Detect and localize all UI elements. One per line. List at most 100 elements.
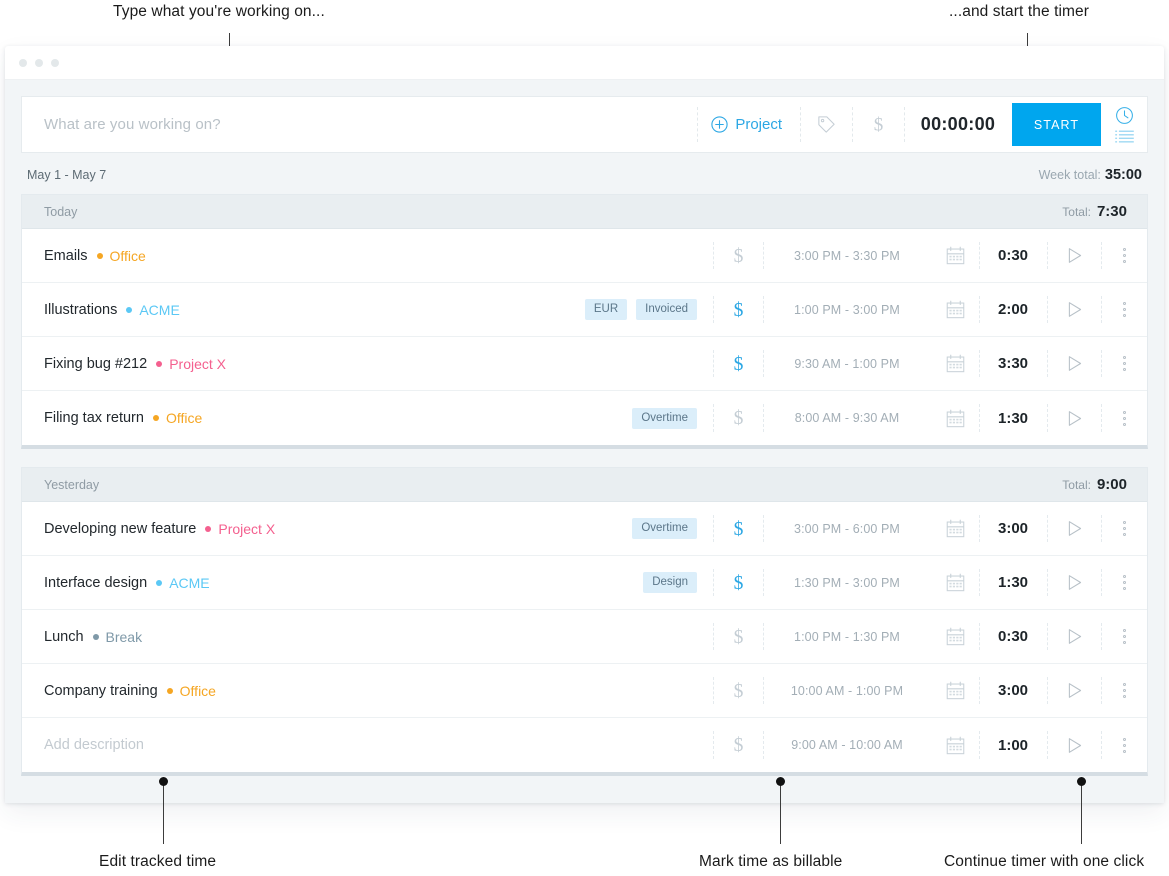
entry-description[interactable]: Lunch bbox=[44, 629, 84, 645]
entry-continue-button[interactable] bbox=[1047, 337, 1101, 390]
entry-date-picker[interactable] bbox=[931, 283, 979, 336]
entry-duration[interactable]: 1:00 bbox=[979, 718, 1047, 772]
entry-time-range[interactable]: 1:00 PM - 1:30 PM bbox=[763, 610, 931, 663]
entry-description[interactable]: Company training bbox=[44, 683, 158, 699]
entry-description[interactable]: Interface design bbox=[44, 575, 147, 591]
entry-description[interactable]: Illustrations bbox=[44, 302, 117, 318]
entry-description-cell[interactable]: Emails Office bbox=[22, 229, 713, 282]
entry-billable-toggle[interactable]: $ bbox=[713, 718, 763, 772]
entry-project[interactable]: Project X bbox=[205, 521, 275, 537]
entry-description[interactable]: Fixing bug #212 bbox=[44, 356, 147, 372]
entry-time-range[interactable]: 1:00 PM - 3:00 PM bbox=[763, 283, 931, 336]
entry-billable-toggle[interactable]: $ bbox=[713, 502, 763, 555]
entry-description[interactable]: Emails bbox=[44, 248, 88, 264]
entry-more-menu[interactable] bbox=[1101, 229, 1147, 282]
entry-project[interactable]: Office bbox=[166, 683, 216, 699]
entry-date-picker[interactable] bbox=[931, 556, 979, 609]
entry-time-range[interactable]: 3:00 PM - 3:30 PM bbox=[763, 229, 931, 282]
entry-more-menu[interactable] bbox=[1101, 664, 1147, 717]
tag-chip[interactable]: EUR bbox=[584, 299, 628, 320]
kebab-menu-icon bbox=[1122, 683, 1126, 698]
entry-project[interactable]: Project X bbox=[156, 356, 226, 372]
entry-duration[interactable]: 3:00 bbox=[979, 502, 1047, 555]
entry-billable-toggle[interactable]: $ bbox=[713, 556, 763, 609]
entry-project[interactable]: Break bbox=[92, 629, 142, 645]
entry-continue-button[interactable] bbox=[1047, 664, 1101, 717]
entry-date-picker[interactable] bbox=[931, 229, 979, 282]
entry-continue-button[interactable] bbox=[1047, 610, 1101, 663]
list-icon[interactable] bbox=[1114, 130, 1134, 143]
entry-description-cell[interactable]: Lunch Break bbox=[22, 610, 713, 663]
entry-continue-button[interactable] bbox=[1047, 229, 1101, 282]
entry-duration[interactable]: 1:30 bbox=[979, 556, 1047, 609]
entry-date-picker[interactable] bbox=[931, 718, 979, 772]
window-maximize-dot[interactable] bbox=[51, 58, 59, 67]
entry-description-cell[interactable]: Add description bbox=[22, 718, 713, 772]
timer-tag-button[interactable] bbox=[800, 97, 852, 152]
entry-continue-button[interactable] bbox=[1047, 502, 1101, 555]
entry-more-menu[interactable] bbox=[1101, 283, 1147, 336]
day-card: Yesterday Total: 9:00 Developing new featur… bbox=[21, 467, 1148, 776]
day-title: Yesterday bbox=[44, 477, 100, 492]
entry-duration[interactable]: 0:30 bbox=[979, 610, 1047, 663]
entry-billable-toggle[interactable]: $ bbox=[713, 229, 763, 282]
entry-description[interactable]: Add description bbox=[44, 737, 144, 753]
entry-duration[interactable]: 3:30 bbox=[979, 337, 1047, 390]
entry-description[interactable]: Filing tax return bbox=[44, 410, 144, 426]
tag-chip[interactable]: Overtime bbox=[632, 407, 697, 429]
entry-time-range[interactable]: 8:00 AM - 9:30 AM bbox=[763, 391, 931, 445]
entry-time-range[interactable]: 9:00 AM - 10:00 AM bbox=[763, 718, 931, 772]
entry-date-picker[interactable] bbox=[931, 610, 979, 663]
entry-description-cell[interactable]: Illustrations ACME bbox=[22, 283, 585, 336]
entry-continue-button[interactable] bbox=[1047, 718, 1101, 772]
clock-icon[interactable] bbox=[1115, 106, 1134, 125]
entry-continue-button[interactable] bbox=[1047, 391, 1101, 445]
entry-billable-toggle[interactable]: $ bbox=[713, 664, 763, 717]
entry-project[interactable]: Office bbox=[96, 248, 146, 264]
tag-chip[interactable]: Overtime bbox=[632, 518, 697, 539]
entry-continue-button[interactable] bbox=[1047, 283, 1101, 336]
tag-chip[interactable]: Design bbox=[643, 572, 697, 593]
entry-more-menu[interactable] bbox=[1101, 556, 1147, 609]
entry-description-cell[interactable]: Developing new feature Project X bbox=[22, 502, 632, 555]
entry-more-menu[interactable] bbox=[1101, 502, 1147, 555]
entry-more-menu[interactable] bbox=[1101, 610, 1147, 663]
entry-description-cell[interactable]: Fixing bug #212 Project X bbox=[22, 337, 713, 390]
timer-project-selector[interactable]: Project bbox=[697, 97, 800, 152]
entry-duration[interactable]: 3:00 bbox=[979, 664, 1047, 717]
entry-billable-toggle[interactable]: $ bbox=[713, 283, 763, 336]
day-total-value: 9:00 bbox=[1096, 476, 1127, 493]
entry-time-range[interactable]: 9:30 AM - 1:00 PM bbox=[763, 337, 931, 390]
entry-duration[interactable]: 2:00 bbox=[979, 283, 1047, 336]
entry-date-picker[interactable] bbox=[931, 337, 979, 390]
entry-time-range[interactable]: 10:00 AM - 1:00 PM bbox=[763, 664, 931, 717]
entry-duration[interactable]: 0:30 bbox=[979, 229, 1047, 282]
entry-description[interactable]: Developing new feature bbox=[44, 521, 196, 537]
window-close-dot[interactable] bbox=[19, 58, 27, 67]
entry-project[interactable]: ACME bbox=[126, 302, 180, 318]
entry-duration[interactable]: 1:30 bbox=[979, 391, 1047, 445]
entry-description-cell[interactable]: Filing tax return Office bbox=[22, 391, 632, 445]
entry-description-cell[interactable]: Interface design ACME bbox=[22, 556, 643, 609]
entry-more-menu[interactable] bbox=[1101, 718, 1147, 772]
window-minimize-dot[interactable] bbox=[35, 58, 43, 67]
entry-more-menu[interactable] bbox=[1101, 337, 1147, 390]
entry-description-cell[interactable]: Company training Office bbox=[22, 664, 713, 717]
entry-billable-toggle[interactable]: $ bbox=[713, 610, 763, 663]
time-entry-row: Lunch Break $1:00 PM - 1:30 PM 0:30 bbox=[22, 610, 1147, 664]
entry-project[interactable]: ACME bbox=[156, 575, 210, 591]
entry-time-range[interactable]: 1:30 PM - 3:00 PM bbox=[763, 556, 931, 609]
entry-date-picker[interactable] bbox=[931, 391, 979, 445]
entry-continue-button[interactable] bbox=[1047, 556, 1101, 609]
timer-description-input[interactable]: What are you working on? bbox=[22, 97, 697, 152]
entry-date-picker[interactable] bbox=[931, 502, 979, 555]
entry-billable-toggle[interactable]: $ bbox=[713, 391, 763, 445]
start-button[interactable]: START bbox=[1012, 103, 1101, 146]
timer-billable-button[interactable]: $ bbox=[852, 97, 904, 152]
entry-billable-toggle[interactable]: $ bbox=[713, 337, 763, 390]
entry-project[interactable]: Office bbox=[152, 410, 202, 426]
entry-time-range[interactable]: 3:00 PM - 6:00 PM bbox=[763, 502, 931, 555]
entry-more-menu[interactable] bbox=[1101, 391, 1147, 445]
entry-date-picker[interactable] bbox=[931, 664, 979, 717]
tag-chip[interactable]: Invoiced bbox=[636, 299, 697, 320]
